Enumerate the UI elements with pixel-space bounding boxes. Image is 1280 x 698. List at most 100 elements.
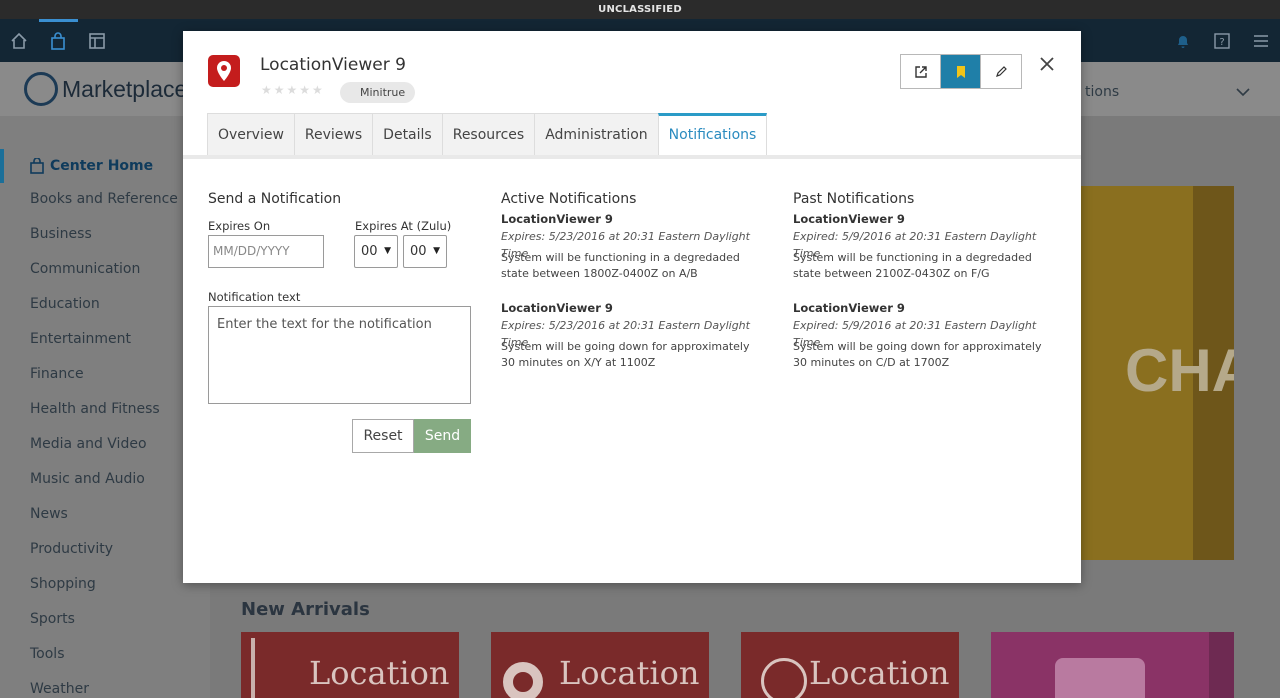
- notification-item: LocationViewer 9 Expires: 5/23/2016 at 2…: [501, 211, 766, 282]
- sidebar-category[interactable]: News: [30, 506, 68, 522]
- menu-icon[interactable]: [1242, 19, 1280, 62]
- detail-tabs: Overview Reviews Details Resources Admin…: [207, 113, 768, 155]
- sidebar-category[interactable]: Weather: [30, 681, 89, 697]
- rating-stars-icon: ★★★★★: [261, 83, 325, 97]
- tab-notifications[interactable]: Notifications: [657, 113, 768, 155]
- bag-icon: [30, 158, 44, 174]
- notification-item: LocationViewer 9 Expired: 5/9/2016 at 20…: [793, 211, 1058, 282]
- expires-on-label: Expires On: [208, 219, 271, 233]
- chevron-down-icon[interactable]: [1236, 82, 1250, 101]
- active-notifications-title: Active Notifications: [501, 191, 637, 207]
- sidebar-category[interactable]: Entertainment: [30, 331, 131, 347]
- edit-button[interactable]: [981, 55, 1021, 88]
- notification-text-label: Notification text: [208, 290, 301, 304]
- minute-value: 00: [410, 244, 427, 259]
- tab-details[interactable]: Details: [372, 113, 443, 155]
- bookmark-icon: [956, 65, 965, 78]
- active-notifications: Active Notifications LocationViewer 9 Ex…: [501, 191, 766, 371]
- tab-resources[interactable]: Resources: [441, 113, 536, 155]
- classification-banner: UNCLASSIFIED: [0, 0, 1280, 19]
- tile-side-bar: [1209, 632, 1234, 698]
- sidebar-category[interactable]: Productivity: [30, 541, 113, 557]
- tile-label: Location: [309, 654, 450, 692]
- sidebar-category[interactable]: Business: [30, 226, 92, 242]
- logo-text: Marketplace: [62, 75, 188, 102]
- sidebar-category[interactable]: Finance: [30, 366, 84, 382]
- send-notification-title: Send a Notification: [208, 191, 342, 207]
- launch-button[interactable]: [901, 55, 941, 88]
- sidebar-category[interactable]: Communication: [30, 261, 140, 277]
- header-actions: [900, 54, 1022, 89]
- tabs-divider: [183, 155, 1081, 159]
- pencil-icon: [996, 65, 1007, 77]
- app-tile[interactable]: Location: [241, 632, 459, 698]
- close-button[interactable]: [1036, 53, 1058, 75]
- tile-label: Location: [559, 654, 700, 692]
- notification-message: System will be functioning in a degredad…: [501, 251, 740, 280]
- tab-overview[interactable]: Overview: [207, 113, 295, 155]
- sidebar-category[interactable]: Health and Fitness: [30, 401, 160, 417]
- sidebar-category[interactable]: Education: [30, 296, 100, 312]
- tile-graphic-icon: [251, 638, 281, 698]
- notification-expiry: Expires: 5/23/2016 at 20:31 Eastern Dayl…: [501, 319, 750, 349]
- sidebar-category[interactable]: Media and Video: [30, 436, 147, 452]
- tab-reviews[interactable]: Reviews: [293, 113, 374, 155]
- notification-app-name: LocationViewer 9: [501, 301, 613, 315]
- tab-administration[interactable]: Administration: [534, 113, 659, 155]
- notification-message: System will be going down for approximat…: [501, 340, 750, 369]
- notification-text-input[interactable]: Enter the text for the notification: [208, 306, 471, 404]
- app-tile[interactable]: Location: [741, 632, 959, 698]
- minute-select[interactable]: 00 ▼: [403, 235, 447, 268]
- home-icon[interactable]: [0, 19, 38, 62]
- external-link-icon: [914, 65, 927, 78]
- sidebar-category[interactable]: Music and Audio: [30, 471, 145, 487]
- marketplace-logo[interactable]: Marketplace: [24, 72, 187, 106]
- sidebar-category[interactable]: Books and Reference: [30, 191, 178, 207]
- send-button[interactable]: Send: [414, 419, 471, 453]
- tile-notepad-icon: [1055, 658, 1145, 698]
- hour-select[interactable]: 00 ▼: [354, 235, 398, 268]
- app-location-pin-icon: [208, 55, 240, 87]
- tile-label: Location: [809, 654, 950, 692]
- dashboard-icon[interactable]: [78, 19, 116, 62]
- sidebar-category[interactable]: Shopping: [30, 576, 96, 592]
- featured-carousel[interactable]: CHA: [1081, 186, 1234, 560]
- notification-app-name: LocationViewer 9: [501, 212, 613, 226]
- sidebar-home-label: Center Home: [50, 158, 154, 174]
- sidebar-category[interactable]: Tools: [30, 646, 65, 662]
- past-notifications-title: Past Notifications: [793, 191, 915, 207]
- notification-expiry: Expired: 5/9/2016 at 20:31 Eastern Dayli…: [793, 319, 1037, 349]
- sidebar-category[interactable]: Sports: [30, 611, 75, 627]
- tile-pin-icon: [503, 662, 543, 698]
- notification-app-name: LocationViewer 9: [793, 212, 905, 226]
- help-icon[interactable]: ?: [1203, 19, 1241, 62]
- app-tile[interactable]: [991, 632, 1234, 698]
- header-right-text: tions: [1085, 84, 1120, 100]
- notification-app-name: LocationViewer 9: [793, 301, 905, 315]
- caret-down-icon: ▼: [384, 246, 391, 256]
- bookmark-button[interactable]: [941, 55, 981, 88]
- logo-ring-icon: [24, 72, 58, 106]
- notifications-bell-icon[interactable]: [1164, 19, 1202, 62]
- new-arrivals-heading: New Arrivals: [241, 599, 370, 620]
- featured-text: CHA: [1125, 337, 1234, 404]
- category-sidebar: Center Home Books and Reference Business…: [0, 116, 210, 698]
- notification-message: System will be going down for approximat…: [793, 340, 1042, 369]
- caret-down-icon: ▼: [433, 246, 440, 256]
- svg-text:?: ?: [1219, 37, 1224, 48]
- notification-message: System will be functioning in a degredad…: [793, 251, 1032, 280]
- marketplace-bag-icon[interactable]: [39, 19, 77, 62]
- past-notifications: Past Notifications LocationViewer 9 Expi…: [793, 191, 1058, 371]
- app-title: LocationViewer 9: [260, 55, 406, 75]
- app-detail-modal: LocationViewer 9 ★★★★★ Minitrue Overview…: [183, 31, 1081, 583]
- expires-at-label: Expires At (Zulu): [355, 219, 452, 233]
- notification-expiry: Expired: 5/9/2016 at 20:31 Eastern Dayli…: [793, 230, 1037, 260]
- close-icon: [1040, 57, 1054, 71]
- app-tile[interactable]: Location: [491, 632, 709, 698]
- expires-on-input[interactable]: MM/DD/YYYY: [208, 235, 324, 268]
- organization-badge: Minitrue: [340, 82, 416, 103]
- tile-crosshair-icon: [761, 658, 807, 698]
- reset-button[interactable]: Reset: [352, 419, 414, 453]
- sidebar-item-center-home[interactable]: Center Home: [0, 149, 210, 183]
- notification-item: LocationViewer 9 Expires: 5/23/2016 at 2…: [501, 300, 766, 371]
